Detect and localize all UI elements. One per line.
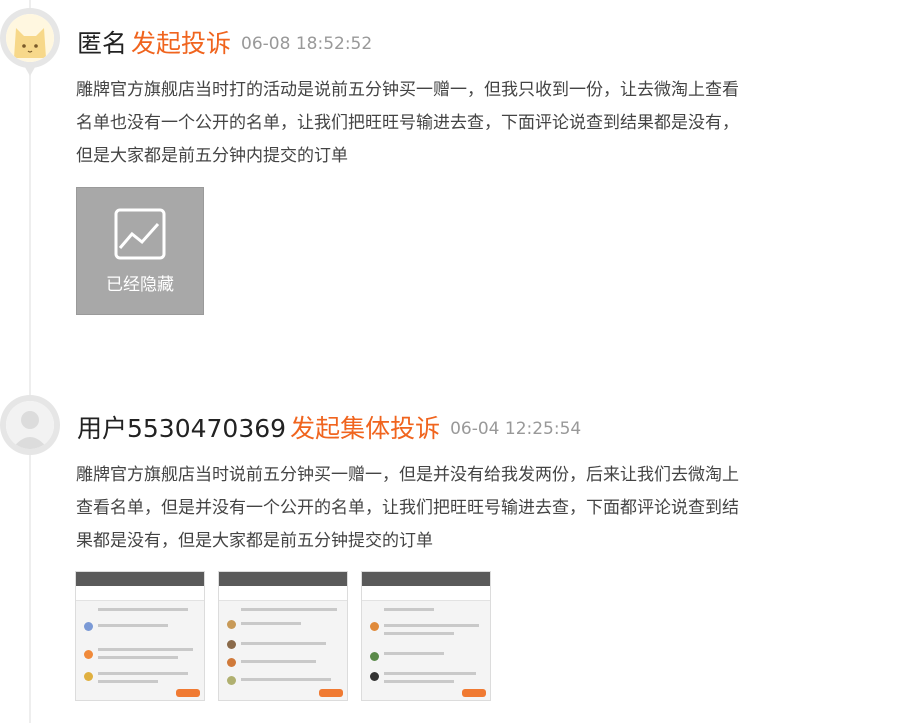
post-content: 雕牌官方旗舰店当时说前五分钟买一赠一，但是并没有给我发两份，后来让我们去微淘上 … xyxy=(76,459,786,558)
content-line: 雕牌官方旗舰店当时说前五分钟买一赠一，但是并没有给我发两份，后来让我们去微淘上 xyxy=(76,465,739,485)
post-header: 匿名 发起投诉 06-08 18:52:52 xyxy=(77,24,372,60)
content-line: 但是大家都是前五分钟内提交的订单 xyxy=(76,146,348,166)
username[interactable]: 匿名 xyxy=(77,29,127,58)
avatar[interactable] xyxy=(0,8,60,88)
screenshot-thumbnail[interactable] xyxy=(218,571,348,701)
complaint-action[interactable]: 发起集体投诉 xyxy=(290,414,440,443)
default-user-icon xyxy=(6,401,54,449)
content-line: 果都是没有，但是大家都是前五分钟提交的订单 xyxy=(76,531,433,551)
image-icon xyxy=(114,208,166,260)
timestamp: 06-08 18:52:52 xyxy=(241,34,373,54)
cat-face-icon xyxy=(6,14,54,62)
username[interactable]: 用户5530470369 xyxy=(77,414,286,443)
content-line: 雕牌官方旗舰店当时打的活动是说前五分钟买一赠一，但我只收到一份，让去微淘上查看 xyxy=(76,80,739,100)
post-content: 雕牌官方旗舰店当时打的活动是说前五分钟买一赠一，但我只收到一份，让去微淘上查看 … xyxy=(76,74,786,173)
avatar[interactable] xyxy=(0,395,60,475)
hidden-image-placeholder[interactable]: 已经隐藏 xyxy=(76,187,204,315)
screenshot-thumbnail[interactable] xyxy=(361,571,491,701)
hidden-image-label: 已经隐藏 xyxy=(106,275,174,295)
timestamp: 06-04 12:25:54 xyxy=(450,419,582,439)
complaint-action[interactable]: 发起投诉 xyxy=(131,29,231,58)
screenshot-thumbnail[interactable] xyxy=(75,571,205,701)
timeline-line xyxy=(29,0,31,723)
content-line: 查看名单，但是并没有一个公开的名单，让我们把旺旺号输进去查，下面都评论说查到结 xyxy=(76,498,739,518)
post-header: 用户5530470369 发起集体投诉 06-04 12:25:54 xyxy=(77,409,581,445)
content-line: 名单也没有一个公开的名单，让我们把旺旺号输进去查，下面评论说查到结果都是没有， xyxy=(76,113,739,133)
